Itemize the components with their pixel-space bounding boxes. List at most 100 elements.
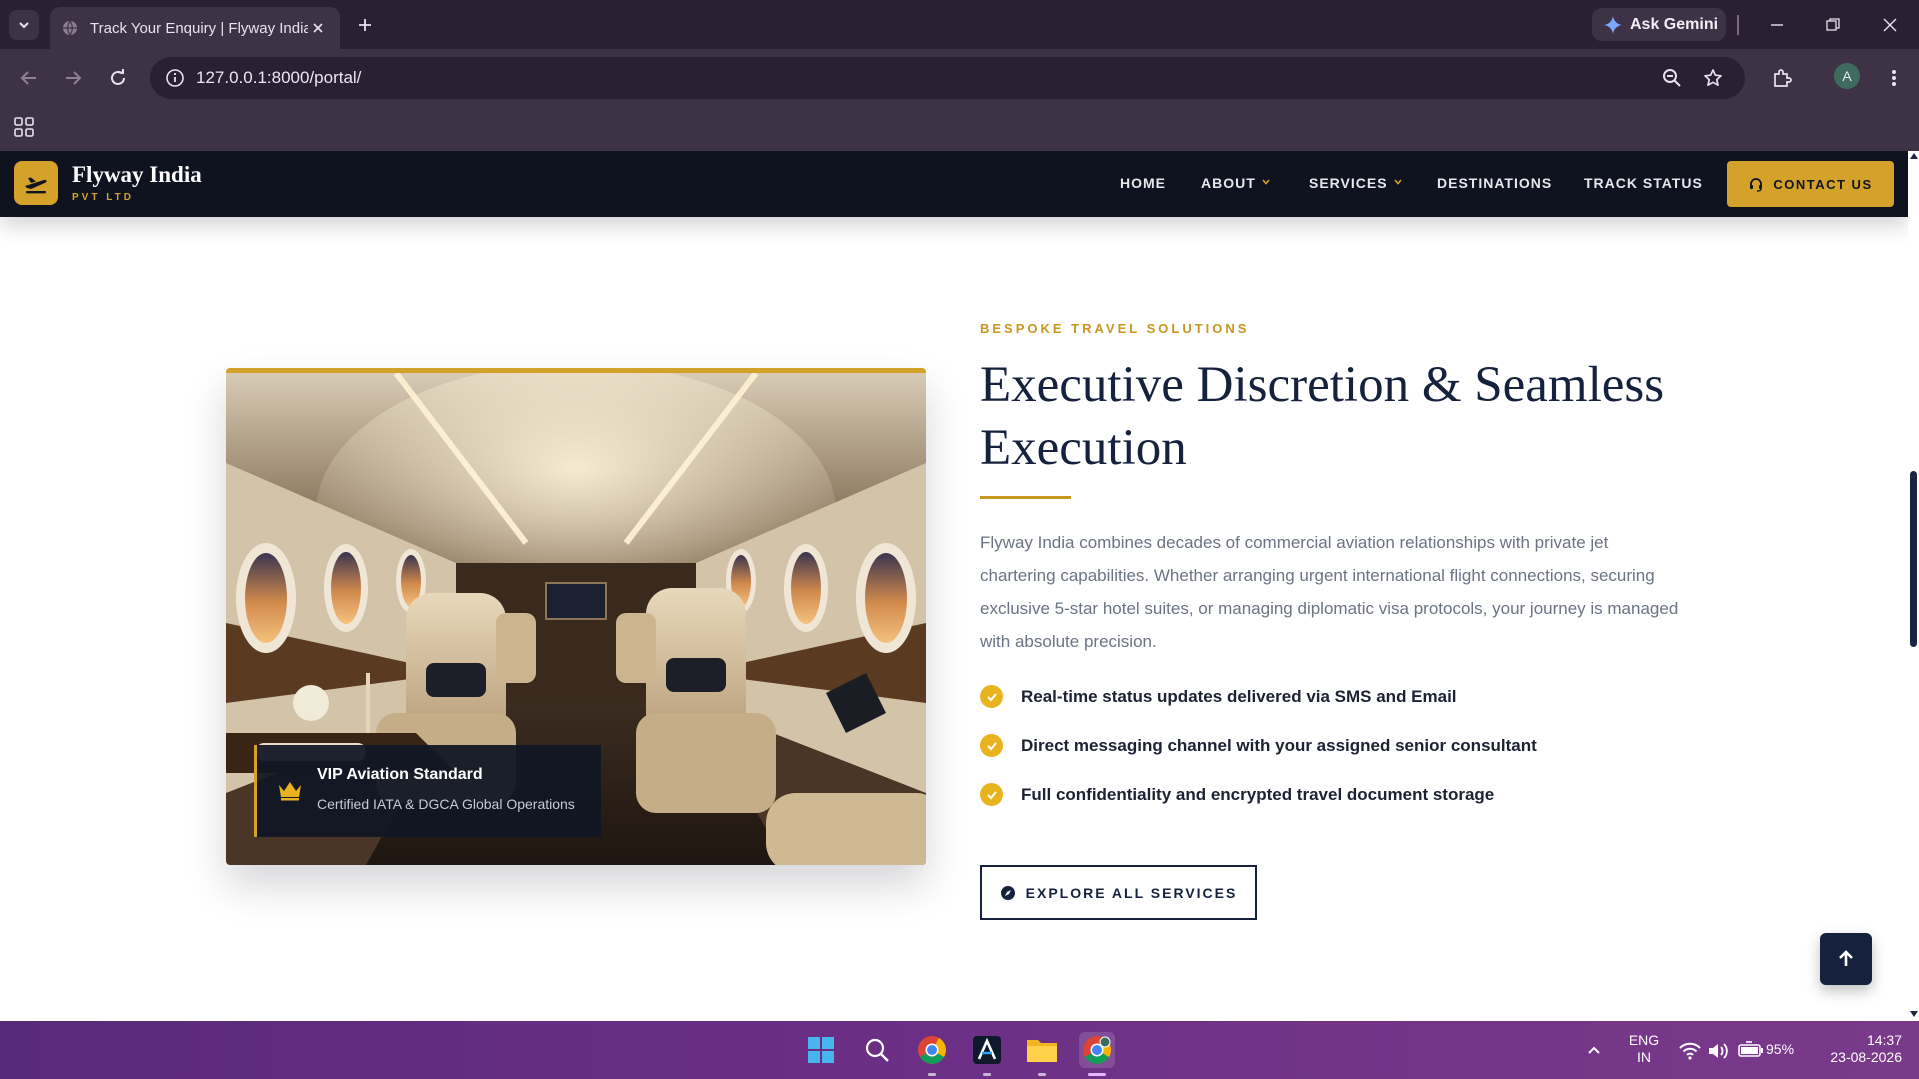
crown-icon (279, 782, 301, 801)
running-indicator (1038, 1073, 1046, 1076)
running-indicator (983, 1073, 991, 1076)
ask-gemini-label: Ask Gemini (1630, 15, 1719, 33)
contact-us-label: CONTACT US (1773, 176, 1873, 192)
section-eyebrow: BESPOKE TRAVEL SOLUTIONS (980, 321, 1250, 336)
language-indicator[interactable]: ENG IN (1624, 1032, 1664, 1066)
vip-badge-subtitle: Certified IATA & DGCA Global Operations (317, 796, 575, 812)
ask-gemini-button[interactable]: Ask Gemini (1592, 8, 1726, 41)
browser-toolbar: 127.0.0.1:8000/portal/ A (0, 49, 1919, 108)
brand-name[interactable]: Flyway India (72, 162, 202, 188)
feature-item: Full confidentiality and encrypted trave… (980, 783, 1494, 806)
clock[interactable]: 14:37 23-08-2026 (1816, 1032, 1902, 1066)
address-bar[interactable]: 127.0.0.1:8000/portal/ (150, 57, 1745, 99)
scroll-to-top-button[interactable] (1820, 933, 1872, 985)
folder-icon (1027, 1040, 1057, 1062)
app-taskbar-button[interactable] (969, 1032, 1005, 1068)
puzzle-icon (1774, 69, 1792, 87)
url-text: 127.0.0.1:8000/portal/ (196, 68, 362, 87)
reload-icon (111, 69, 125, 85)
feature-text: Full confidentiality and encrypted trave… (1021, 784, 1495, 804)
page-scrollbar[interactable] (1908, 151, 1919, 1021)
taskbar: ENG IN 95% 14:37 23-08-2026 (0, 1021, 1919, 1079)
arrow-left-icon (20, 71, 36, 85)
nav-track-status[interactable]: TRACK STATUS (1584, 175, 1703, 191)
compass-icon (1000, 885, 1015, 900)
back-button[interactable] (14, 63, 44, 93)
nav-destinations-label: DESTINATIONS (1437, 175, 1553, 191)
start-button[interactable] (803, 1032, 839, 1068)
nav-home-label: HOME (1120, 175, 1166, 191)
arrow-up-icon (1839, 950, 1853, 966)
scroll-down-arrow[interactable] (1910, 1011, 1918, 1017)
running-indicator (928, 1073, 936, 1076)
plane-takeoff-icon (25, 177, 47, 194)
feature-item: Real-time status updates delivered via S… (980, 685, 1457, 708)
volume-icon[interactable] (1707, 1042, 1731, 1060)
wifi-icon[interactable] (1679, 1042, 1701, 1060)
new-tab-button[interactable] (352, 12, 378, 38)
file-explorer-button[interactable] (1024, 1032, 1060, 1068)
clock-date: 23-08-2026 (1830, 1049, 1902, 1065)
reload-button[interactable] (103, 63, 133, 93)
windows-logo-icon (808, 1037, 834, 1063)
nav-about[interactable]: ABOUT (1201, 175, 1270, 191)
site-header: Flyway India PVT LTD HOME ABOUT SERVICES… (0, 151, 1908, 217)
search-button[interactable] (859, 1032, 895, 1068)
nav-services-label: SERVICES (1309, 175, 1388, 191)
battery-percent: 95% (1766, 1041, 1795, 1057)
zoom-icon[interactable] (1660, 66, 1684, 90)
clock-time: 14:37 (1866, 1032, 1902, 1048)
browser-tab-bar: Track Your Enquiry | Flyway India Ask Ge… (0, 0, 1919, 49)
restore-button[interactable] (1818, 10, 1848, 40)
kebab-menu-icon (1892, 70, 1896, 86)
explore-services-button[interactable]: EXPLORE ALL SERVICES (980, 865, 1257, 920)
chrome-profile-taskbar-button[interactable] (1079, 1032, 1115, 1068)
forward-button[interactable] (58, 63, 88, 93)
language-region: IN (1637, 1049, 1651, 1065)
contact-us-button[interactable]: CONTACT US (1727, 161, 1894, 207)
nav-destinations[interactable]: DESTINATIONS (1437, 175, 1552, 191)
tabbar-separator (1737, 15, 1739, 35)
page-viewport: Flyway India PVT LTD HOME ABOUT SERVICES… (0, 151, 1908, 1021)
minimize-button[interactable] (1762, 10, 1792, 40)
bookmark-star-icon[interactable] (1701, 66, 1725, 90)
browser-tab-active[interactable]: Track Your Enquiry | Flyway India (50, 7, 340, 49)
explore-services-label: EXPLORE ALL SERVICES (1025, 884, 1238, 901)
bookmarks-bar (0, 108, 1919, 151)
active-indicator (1088, 1073, 1106, 1076)
scrollbar-thumb[interactable] (1910, 471, 1917, 647)
scroll-up-arrow[interactable] (1910, 153, 1918, 159)
chevron-down-icon (1393, 179, 1402, 185)
profile-avatar[interactable]: A (1834, 63, 1860, 89)
brand-tagline: PVT LTD (72, 192, 134, 203)
extensions-button[interactable] (1767, 63, 1797, 93)
section-description: Flyway India combines decades of commerc… (980, 533, 1679, 651)
editor-app-icon (973, 1036, 1001, 1064)
check-icon (980, 685, 1003, 708)
nav-about-label: ABOUT (1201, 175, 1256, 191)
chrome-taskbar-button[interactable] (914, 1032, 950, 1068)
tab-title: Track Your Enquiry | Flyway India (90, 19, 308, 37)
browser-menu-button[interactable] (1879, 63, 1909, 93)
arrow-right-icon (66, 71, 82, 85)
check-icon (980, 783, 1003, 806)
nav-home[interactable]: HOME (1120, 175, 1166, 191)
show-hidden-icons-button[interactable] (1576, 1032, 1612, 1068)
close-window-button[interactable] (1875, 10, 1905, 40)
close-icon (1883, 18, 1897, 32)
chrome-icon (1083, 1036, 1111, 1064)
nav-services[interactable]: SERVICES (1309, 175, 1402, 191)
tab-search-button[interactable] (9, 10, 39, 40)
chrome-icon (918, 1036, 946, 1064)
close-tab-icon[interactable] (308, 18, 328, 38)
battery-icon[interactable] (1738, 1041, 1764, 1059)
nav-track-status-label: TRACK STATUS (1584, 175, 1703, 191)
site-info-icon[interactable] (164, 67, 186, 89)
check-icon (980, 734, 1003, 757)
apps-grid-icon[interactable] (13, 116, 35, 138)
restore-icon (1826, 18, 1840, 31)
chevron-up-icon (1588, 1046, 1600, 1054)
plus-icon (359, 19, 371, 31)
logo[interactable] (14, 161, 58, 205)
chevron-down-icon (19, 22, 29, 29)
